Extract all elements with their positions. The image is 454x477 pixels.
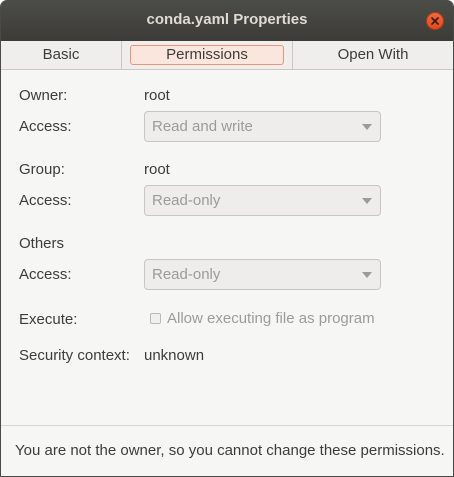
permission-notice: You are not the owner, so you cannot cha…	[15, 442, 445, 459]
others-access-label: Access:	[19, 266, 72, 283]
close-icon	[431, 17, 439, 25]
chevron-down-icon	[362, 124, 372, 130]
group-access-label: Access:	[19, 192, 72, 209]
owner-label: Owner:	[19, 87, 68, 104]
owner-access-value: Read and write	[152, 118, 253, 135]
owner-access-dropdown[interactable]: Read and write	[144, 111, 381, 142]
chevron-down-icon	[362, 272, 372, 278]
tab-permissions[interactable]: Permissions	[122, 41, 292, 69]
execute-label: Execute:	[19, 311, 78, 328]
tab-bar: Basic Permissions Open With	[1, 41, 453, 70]
tab-basic-label: Basic	[42, 46, 80, 63]
group-access-value: Read-only	[152, 192, 221, 209]
chevron-down-icon	[362, 198, 372, 204]
tab-basic[interactable]: Basic	[1, 41, 122, 69]
group-access-dropdown[interactable]: Read-only	[144, 185, 381, 216]
title-bar: conda.yaml Properties	[1, 0, 453, 41]
others-access-value: Read-only	[152, 266, 221, 283]
others-label: Others	[19, 235, 65, 252]
security-context-value: unknown	[144, 347, 205, 364]
execute-checkbox-label[interactable]: Allow executing file as program	[167, 310, 375, 327]
close-button[interactable]	[426, 12, 444, 30]
window-title: conda.yaml Properties	[146, 11, 308, 28]
footer-divider	[1, 425, 453, 426]
tab-permissions-active-frame: Permissions	[130, 45, 284, 65]
execute-checkbox[interactable]	[150, 313, 161, 324]
tab-open-with-label: Open With	[337, 46, 409, 63]
others-access-dropdown[interactable]: Read-only	[144, 259, 381, 290]
group-value: root	[144, 161, 170, 178]
security-context-label: Security context:	[19, 347, 130, 364]
tab-permissions-label: Permissions	[166, 46, 248, 63]
group-label: Group:	[19, 161, 65, 178]
properties-dialog: conda.yaml Properties Basic Permissions …	[0, 0, 454, 477]
owner-value: root	[144, 87, 170, 104]
owner-access-label: Access:	[19, 118, 72, 135]
tab-open-with[interactable]: Open With	[292, 41, 453, 69]
